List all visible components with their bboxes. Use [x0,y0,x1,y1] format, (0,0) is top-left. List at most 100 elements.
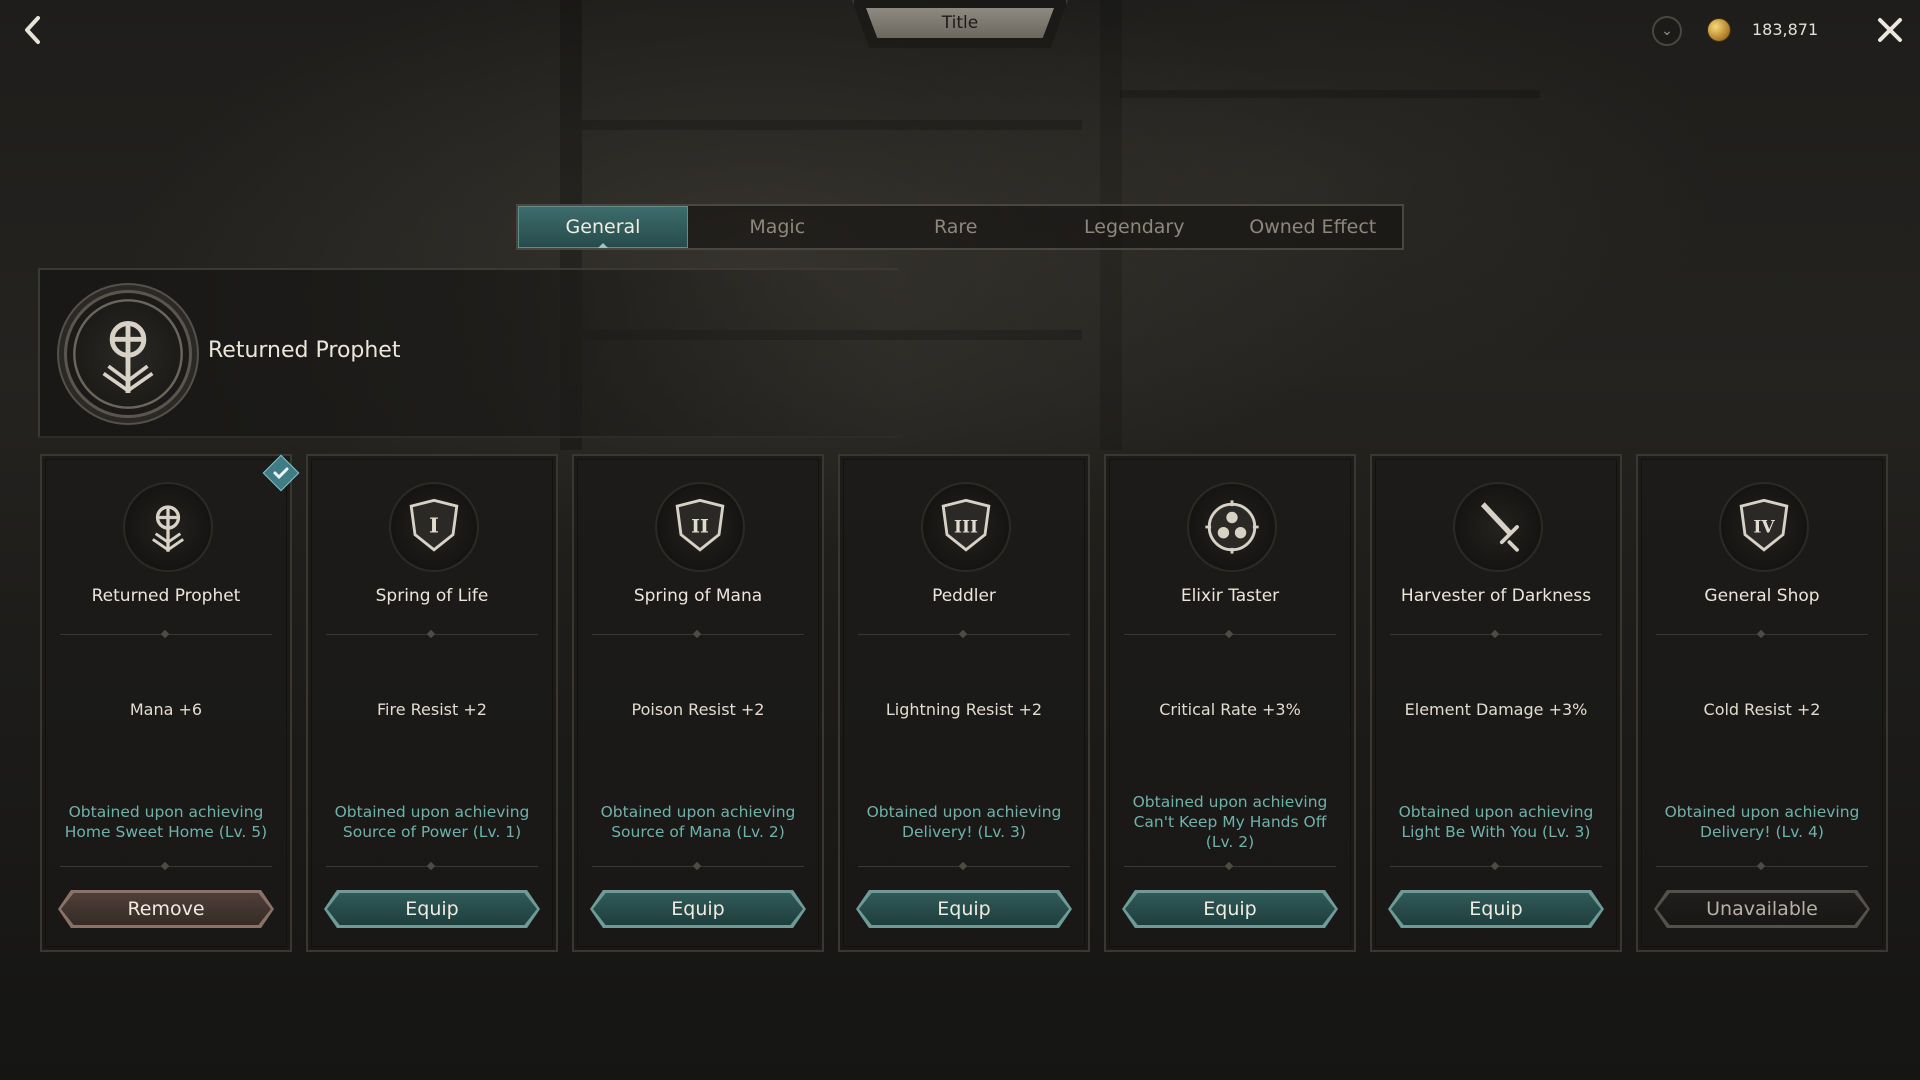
card-stat-bonus: Element Damage +3% [1404,700,1588,719]
card-condition-line: Obtained upon achieving [600,803,796,821]
svg-text:I: I [429,513,439,538]
card-stat-bonus: Cold Resist +2 [1703,700,1821,719]
tab-magic[interactable]: Magic [688,206,867,248]
close-button[interactable] [1874,14,1906,46]
title-card: Elixir Taster Critical Rate +3% Obtained… [1104,454,1356,952]
card-stat-bonus: Mana +6 [129,700,203,719]
svg-text:II: II [691,516,709,538]
card-divider [326,634,538,635]
equip-button[interactable]: Equip [590,890,806,928]
title-card: III Peddler Lightning Resist +2 Obtained… [838,454,1090,952]
shield-two-icon: II [675,498,725,552]
title-card: II Spring of Mana Poison Resist +2 Obtai… [572,454,824,952]
card-stat-bonus: Critical Rate +3% [1159,700,1301,719]
card-obtain-condition: Obtained upon achieving Can't Keep My Ha… [1116,792,1344,852]
card-condition-line: Obtained upon achieving [1664,803,1860,821]
back-button[interactable] [18,12,48,48]
card-title-name: Spring of Mana [633,586,763,606]
card-obtain-condition: Obtained upon achieving Home Sweet Home … [52,802,280,842]
tab-legendary[interactable]: Legendary [1045,206,1224,248]
card-obtain-condition: Obtained upon achieving Delivery! (Lv. 3… [850,802,1078,842]
equip-button[interactable]: Equip [324,890,540,928]
title-card-list: Returned Prophet Mana +6 Obtained upon a… [40,454,1888,954]
chevron-left-icon [25,16,40,44]
currency-amount: 183,871 [1752,20,1819,39]
card-condition-line: Home Sweet Home (Lv. 5) [64,823,268,841]
equip-button[interactable]: Equip [856,890,1072,928]
card-condition-line: Obtained upon achieving [1398,803,1594,821]
card-obtain-condition: Obtained upon achieving Source of Power … [318,802,546,842]
card-stat-bonus: Lightning Resist +2 [885,700,1043,719]
card-stat-bonus: Fire Resist +2 [377,700,487,719]
card-title-name: Spring of Life [375,586,489,606]
page-title: Title [866,8,1054,38]
card-divider [592,866,804,867]
card-divider [60,866,272,867]
card-condition-line: Delivery! (Lv. 3) [902,823,1026,841]
card-condition-line: Obtained upon achieving [334,803,530,821]
background-shelf [582,120,1082,130]
unavailable-button[interactable]: Unavailable [1654,890,1870,928]
card-divider [1656,634,1868,635]
card-divider [1124,634,1336,635]
card-condition-line: Source of Mana (Lv. 2) [611,823,785,841]
chevron-down-icon: ⌄ [1661,23,1673,39]
sword-emblem-icon [1480,502,1519,552]
card-obtain-condition: Obtained upon achieving Delivery! (Lv. 4… [1648,802,1876,842]
tab-general[interactable]: General [518,206,688,248]
prophet-emblem-icon [73,299,183,409]
card-divider [858,634,1070,635]
card-emblem: I [389,482,479,572]
title-card: IV General Shop Cold Resist +2 Obtained … [1636,454,1888,952]
card-emblem: IV [1719,482,1809,572]
card-obtain-condition: Obtained upon achieving Source of Mana (… [584,802,812,842]
card-title-name: Returned Prophet [91,586,241,606]
card-divider [60,634,272,635]
remove-button[interactable]: Remove [58,890,274,928]
equipped-badge [262,454,300,492]
page-title-text: Title [941,13,979,33]
title-card: Harvester of Darkness Element Damage +3%… [1370,454,1622,952]
card-divider [326,866,538,867]
card-title-name: Harvester of Darkness [1400,586,1592,606]
equip-button[interactable]: Equip [1122,890,1338,928]
title-category-tabs: General Magic Rare Legendary Owned Effec… [516,204,1404,250]
card-condition-line: Delivery! (Lv. 4) [1700,823,1824,841]
orb-emblem-icon [1205,500,1259,554]
card-stat-bonus: Poison Resist +2 [631,700,765,719]
card-emblem [1187,482,1277,572]
card-divider [858,866,1070,867]
tab-rare[interactable]: Rare [867,206,1046,248]
gold-coin-icon [1707,18,1731,42]
equip-button[interactable]: Equip [1388,890,1604,928]
shield-one-icon: I [409,498,459,552]
card-title-name: Elixir Taster [1180,586,1280,606]
title-card: I Spring of Life Fire Resist +2 Obtained… [306,454,558,952]
card-condition-line: Can't Keep My Hands Off [1133,813,1327,831]
top-bar: Title ⌄ 183,871 [0,0,1920,64]
card-condition-line: Obtained upon achieving [866,803,1062,821]
svg-text:III: III [954,518,978,538]
title-card: Returned Prophet Mana +6 Obtained upon a… [40,454,300,952]
card-divider [1656,866,1868,867]
tab-owned-effect[interactable]: Owned Effect [1224,206,1403,248]
card-title-name: General Shop [1704,586,1820,606]
card-divider [592,634,804,635]
card-emblem: II [655,482,745,572]
close-icon [1878,18,1902,42]
card-divider [1124,866,1336,867]
card-condition-line: Source of Power (Lv. 1) [342,823,522,841]
background-shelf [1120,90,1540,98]
shield-three-icon: III [941,498,991,552]
card-condition-line: Obtained upon achieving [1132,793,1328,811]
card-condition-line: Light Be With You (Lv. 3) [1401,823,1591,841]
card-divider [1390,866,1602,867]
equipped-title-name: Returned Prophet [208,338,401,363]
equipped-emblem [64,290,192,418]
equipped-title-panel: Returned Prophet [38,268,898,438]
card-divider [1390,634,1602,635]
currency-dropdown-button[interactable]: ⌄ [1652,16,1682,46]
card-title-name: Peddler [932,586,996,606]
card-condition-line: (Lv. 2) [1205,833,1255,851]
checkmark-icon [273,467,289,480]
